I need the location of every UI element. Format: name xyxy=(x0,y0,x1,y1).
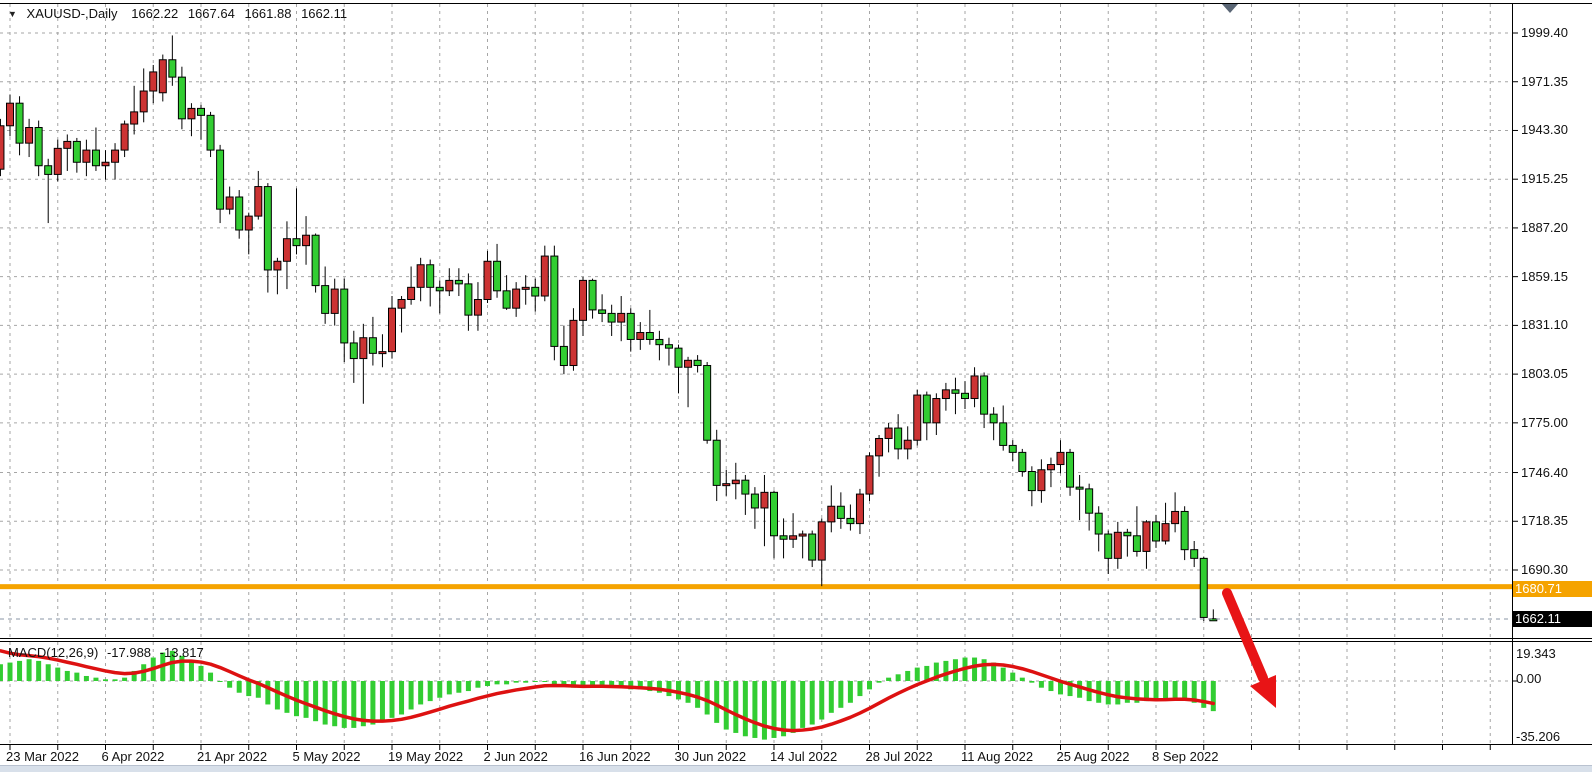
macd-indicator-label: MACD(12,26,9) -17.988 -13.817 xyxy=(8,645,209,660)
time-axis-label: 16 Jun 2022 xyxy=(579,749,651,764)
support-line-orange[interactable] xyxy=(0,584,1512,589)
macd-main-value: -17.988 xyxy=(107,645,151,660)
chart-shift-marker-icon xyxy=(1222,4,1238,13)
macd-axis-zero: 0.00 xyxy=(1516,671,1541,686)
time-axis-label: 25 Aug 2022 xyxy=(1057,749,1130,764)
macd-signal-value: -13.817 xyxy=(160,645,204,660)
ohlc-close: 1662.11 xyxy=(301,6,347,21)
macd-signal-line xyxy=(0,651,1213,731)
price-axis-label: 1775.00 xyxy=(1521,416,1591,430)
macd-axis-max: 19.343 xyxy=(1516,646,1556,661)
macd-histogram xyxy=(0,651,1216,740)
time-axis-label: 6 Apr 2022 xyxy=(102,749,165,764)
time-axis-label: 5 May 2022 xyxy=(293,749,361,764)
axis-ticks xyxy=(10,33,1518,750)
price-axis-label: 1943.30 xyxy=(1521,123,1591,137)
ohlc-open: 1662.22 xyxy=(131,6,178,21)
macd-axis-min: -35.206 xyxy=(1516,729,1560,744)
time-axis-label: 19 May 2022 xyxy=(388,749,463,764)
price-axis-label: 1915.25 xyxy=(1521,172,1591,186)
symbol-period-label: XAUUSD-,Daily xyxy=(27,6,118,21)
price-axis-label: 1746.40 xyxy=(1521,466,1591,480)
price-axis-label: 1859.15 xyxy=(1521,270,1591,284)
time-axis-label: 28 Jul 2022 xyxy=(866,749,933,764)
chart-header: ▼ XAUUSD-,Daily 1662.22 1667.64 1661.88 … xyxy=(8,6,353,21)
down-trend-arrow[interactable] xyxy=(1227,593,1276,708)
time-axis-label: 8 Sep 2022 xyxy=(1152,749,1219,764)
time-axis-label: 30 Jun 2022 xyxy=(675,749,747,764)
price-axis-label: 1803.05 xyxy=(1521,367,1591,381)
chevron-down-icon[interactable]: ▼ xyxy=(8,9,17,19)
current-price-tag: 1662.11 xyxy=(1513,611,1592,627)
price-axis-label: 1887.20 xyxy=(1521,221,1591,235)
price-axis-label: 1690.30 xyxy=(1521,563,1591,577)
macd-name: MACD(12,26,9) xyxy=(8,645,98,660)
time-axis-label: 14 Jul 2022 xyxy=(770,749,837,764)
price-axis-label: 1718.35 xyxy=(1521,514,1591,528)
ohlc-low: 1661.88 xyxy=(244,6,291,21)
price-axis-label: 1831.10 xyxy=(1521,318,1591,332)
time-axis-label: 21 Apr 2022 xyxy=(197,749,267,764)
price-axis-label: 1971.35 xyxy=(1521,75,1591,89)
time-axis-label: 23 Mar 2022 xyxy=(6,749,79,764)
price-axis-label: 1999.40 xyxy=(1521,26,1591,40)
candlestick-series xyxy=(0,35,1217,620)
chart-canvas[interactable] xyxy=(0,0,1592,772)
grid-lines xyxy=(0,4,1512,744)
mt4-chart-window: ▼ XAUUSD-,Daily 1662.22 1667.64 1661.88 … xyxy=(0,0,1592,772)
time-axis-label: 2 Jun 2022 xyxy=(484,749,548,764)
window-bottom-strip xyxy=(0,765,1592,772)
support-price-tag: 1680.71 xyxy=(1513,581,1592,597)
ohlc-high: 1667.64 xyxy=(188,6,235,21)
time-axis-label: 11 Aug 2022 xyxy=(961,749,1033,764)
